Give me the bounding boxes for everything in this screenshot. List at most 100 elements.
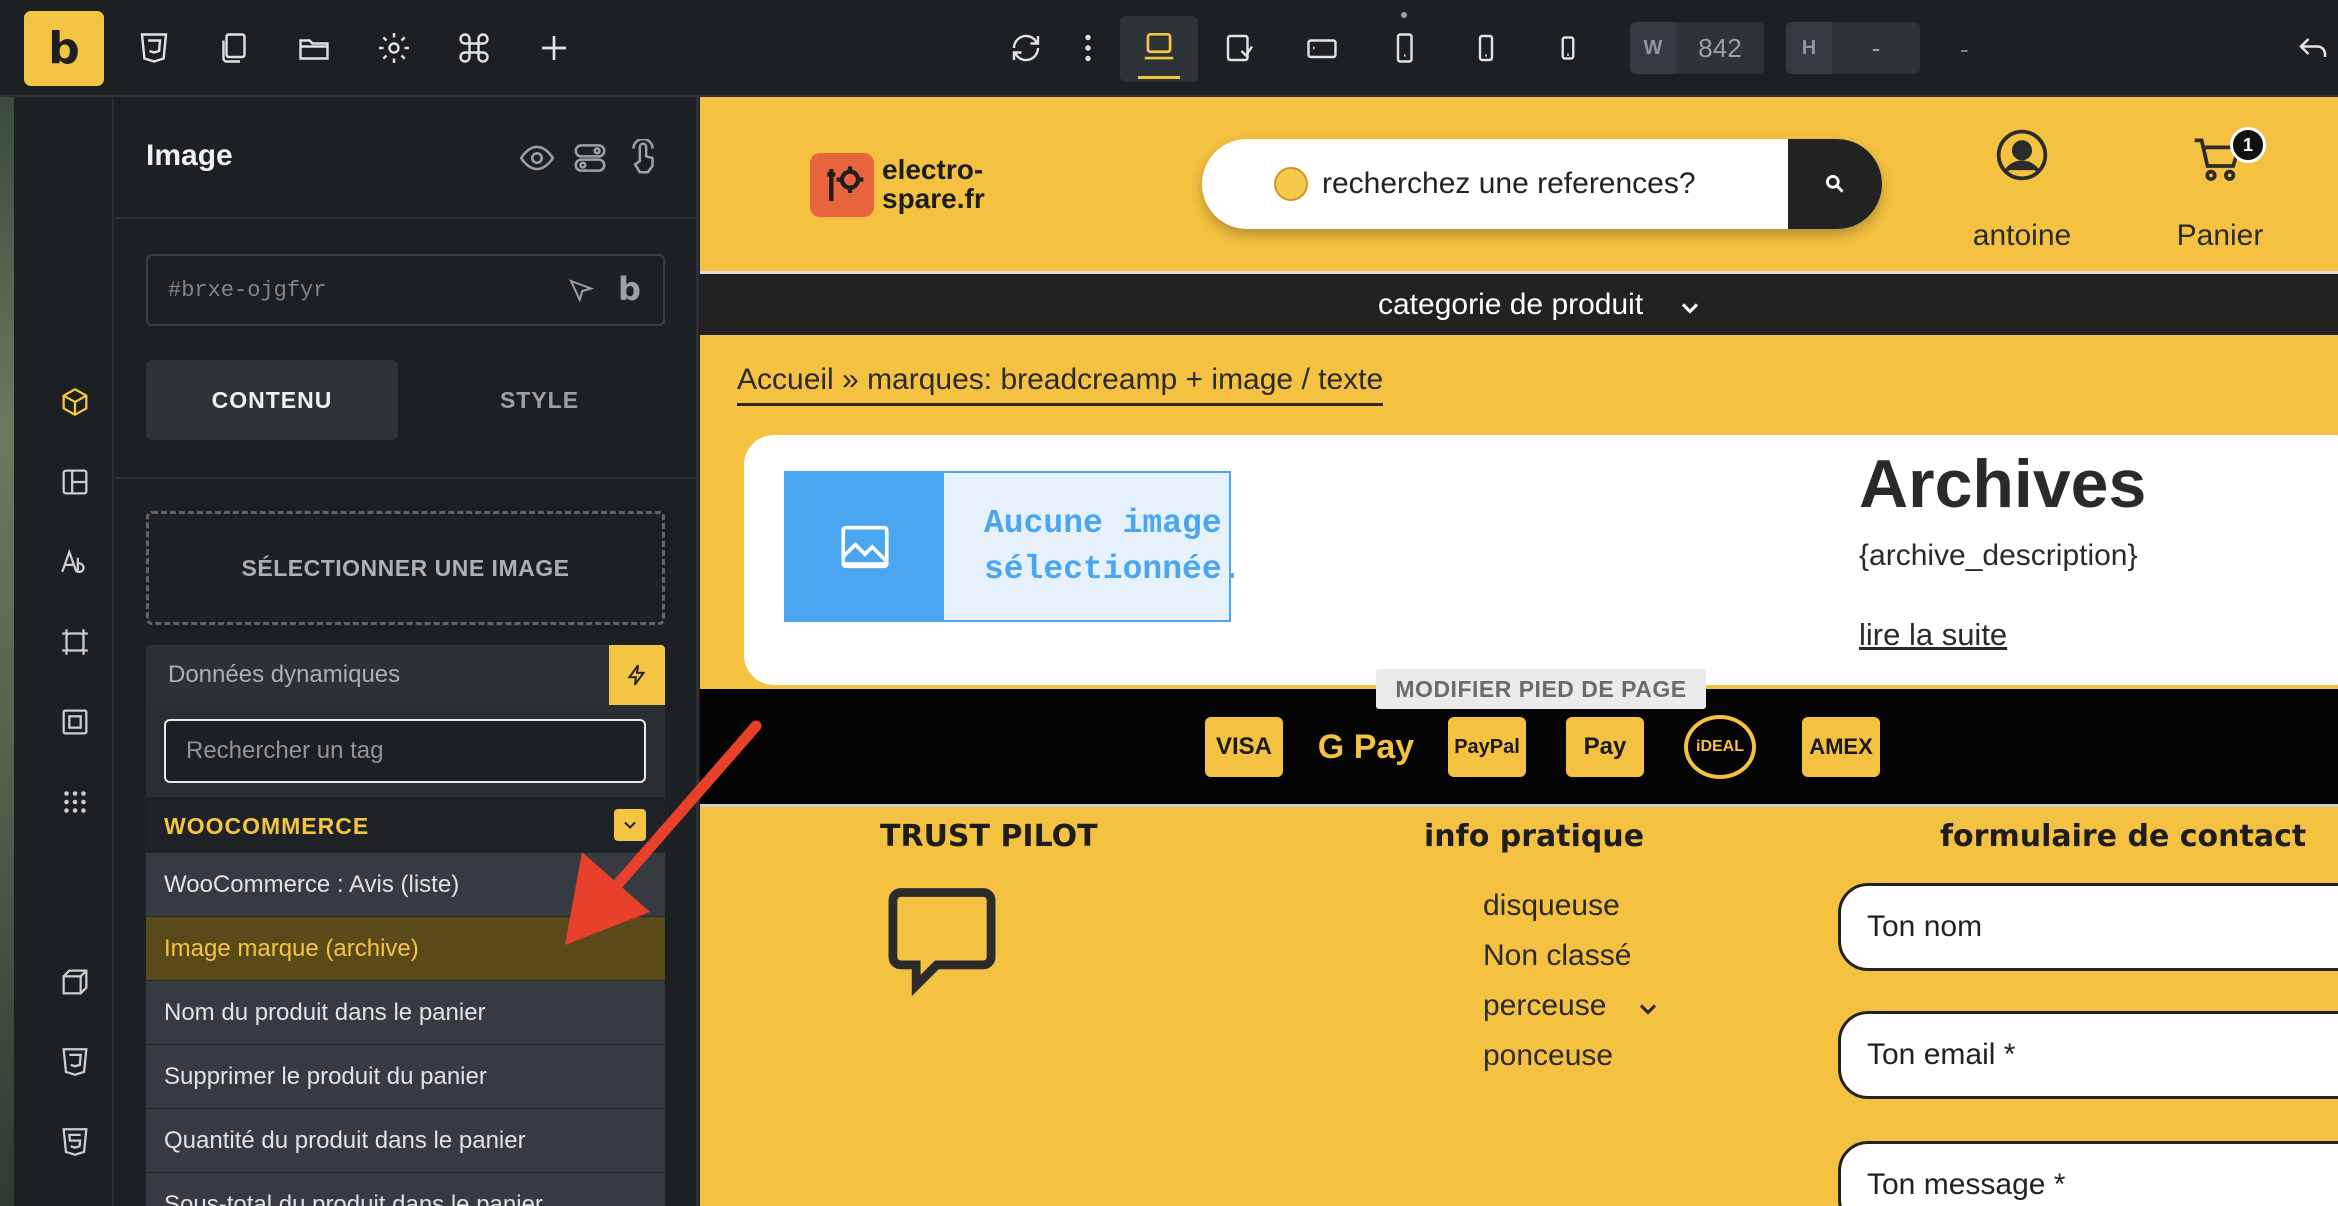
height-label: H bbox=[1786, 22, 1832, 74]
builder-logo[interactable]: b bbox=[24, 11, 104, 86]
cube-icon[interactable] bbox=[58, 385, 94, 421]
command-icon[interactable] bbox=[450, 24, 498, 72]
lightning-icon bbox=[627, 664, 646, 686]
settings-gear-icon[interactable] bbox=[370, 24, 418, 72]
add-plus-icon[interactable] bbox=[530, 24, 578, 72]
footer-contact-title: formulaire de contact bbox=[1940, 819, 2307, 854]
box-3d-icon[interactable] bbox=[58, 965, 94, 1001]
panel-title: Image bbox=[146, 139, 233, 172]
breadcrumb[interactable]: Accueil » marques: breadcreamp + image /… bbox=[737, 363, 1384, 406]
site-logo-mark[interactable] bbox=[810, 153, 874, 217]
more-vertical-icon[interactable] bbox=[1064, 24, 1112, 72]
builder-toolbar: b W 842 H - - bbox=[0, 0, 2338, 97]
tab-style[interactable]: STYLE bbox=[414, 360, 665, 440]
width-value: 842 bbox=[1698, 32, 1742, 63]
tab-content[interactable]: CONTENU bbox=[146, 360, 398, 440]
visa-icon: VISA bbox=[1205, 717, 1283, 777]
tag-item-selected[interactable]: Image marque (archive) bbox=[146, 917, 665, 981]
account-label: antoine bbox=[1972, 219, 2072, 252]
grid-dots-icon[interactable] bbox=[58, 785, 94, 821]
dynamic-data-bolt-button[interactable] bbox=[609, 645, 665, 705]
edit-footer-button[interactable]: MODIFIER PIED DE PAGE bbox=[1376, 669, 1706, 709]
image-placeholder[interactable]: Aucune image sélectionnée. bbox=[784, 471, 1241, 622]
width-field[interactable]: W 842 bbox=[1630, 22, 1764, 74]
device-tablet-icon[interactable] bbox=[1298, 24, 1346, 72]
chevron-down-icon bbox=[1676, 294, 1704, 322]
pages-icon[interactable] bbox=[210, 24, 258, 72]
footer-category-link[interactable]: ponceuse bbox=[1483, 1039, 1613, 1073]
device-mobile-small-icon[interactable] bbox=[1544, 24, 1592, 72]
refresh-icon[interactable] bbox=[1002, 24, 1050, 72]
scale-value: - bbox=[1960, 34, 1969, 64]
typography-icon[interactable] bbox=[58, 545, 94, 581]
select-image-button[interactable]: SÉLECTIONNER UNE IMAGE bbox=[146, 511, 665, 625]
tag-item[interactable]: Nom du produit dans le panier bbox=[146, 981, 665, 1045]
chevron-down-icon[interactable] bbox=[1634, 995, 1662, 1023]
toggle-icon[interactable] bbox=[571, 139, 609, 177]
panel-divider bbox=[116, 477, 699, 479]
site-logo-line2: spare.fr bbox=[882, 183, 985, 214]
user-avatar-icon bbox=[1994, 127, 2050, 183]
category-menu-label: categorie de produit bbox=[1378, 288, 1644, 321]
apple-pay-icon: Pay bbox=[1566, 717, 1644, 777]
device-tablet-landscape-icon[interactable] bbox=[1216, 24, 1264, 72]
element-id-field[interactable]: #brxe-ojgfyr b bbox=[146, 254, 665, 326]
tag-item[interactable]: Quantité du produit dans le panier bbox=[146, 1109, 665, 1173]
dynamic-data-label: Données dynamiques bbox=[168, 661, 401, 688]
tag-item[interactable]: WooCommerce : Avis (liste) bbox=[146, 853, 665, 917]
tag-item[interactable]: Sous-total du produit dans le panier bbox=[146, 1173, 665, 1206]
contact-name-field[interactable] bbox=[1838, 883, 2338, 971]
frame-icon[interactable] bbox=[58, 625, 94, 661]
site-search-button[interactable] bbox=[1788, 139, 1882, 229]
css3-rail-icon[interactable] bbox=[58, 1045, 94, 1081]
device-laptop-button[interactable] bbox=[1120, 16, 1198, 82]
builder-canvas[interactable]: electro- spare.fr recherchez une referen… bbox=[700, 97, 2338, 1206]
css3-icon[interactable] bbox=[130, 24, 178, 72]
contact-email-field[interactable] bbox=[1838, 1011, 2338, 1099]
dynamic-data-row[interactable]: Données dynamiques bbox=[146, 645, 665, 705]
footer-category-link[interactable]: perceuse bbox=[1483, 989, 1606, 1023]
device-mobile-icon[interactable] bbox=[1462, 24, 1510, 72]
folder-icon[interactable] bbox=[290, 24, 338, 72]
panel-tabs: CONTENU STYLE bbox=[146, 360, 665, 440]
desktop-background-strip bbox=[0, 97, 14, 1206]
image-placeholder-line2: sélectionnée. bbox=[984, 551, 1242, 588]
layout-icon[interactable] bbox=[58, 465, 94, 501]
footer-category-link[interactable]: disqueuse bbox=[1483, 889, 1620, 923]
undo-icon[interactable] bbox=[2290, 24, 2336, 72]
footer-info-title: info pratique bbox=[1424, 819, 1645, 854]
site-logo-line1: electro- bbox=[882, 154, 984, 185]
bricks-id-badge[interactable]: b bbox=[618, 270, 641, 308]
device-mobile-landscape-icon[interactable] bbox=[1380, 24, 1428, 72]
site-search-placeholder: recherchez une references? bbox=[1322, 167, 1696, 200]
breakpoint-dot bbox=[1401, 12, 1407, 18]
eye-icon[interactable] bbox=[518, 139, 556, 177]
amex-icon: AMEX bbox=[1802, 717, 1880, 777]
cart-count-badge: 1 bbox=[2230, 127, 2266, 163]
tag-search-input[interactable] bbox=[164, 719, 646, 783]
site-logo-text[interactable]: electro- spare.fr bbox=[882, 155, 985, 213]
image-icon bbox=[786, 473, 944, 620]
width-label: W bbox=[1630, 22, 1676, 74]
element-settings-panel: Image #brxe-ojgfyr b CONTENU STYLE SÉLEC… bbox=[116, 97, 699, 1206]
interaction-pointer-icon[interactable] bbox=[624, 139, 662, 177]
read-more-link[interactable]: lire la suite bbox=[1859, 617, 2007, 653]
tag-group-header[interactable]: WOOCOMMERCE bbox=[146, 797, 665, 853]
site-search-bar[interactable]: recherchez une references? bbox=[1202, 139, 1882, 229]
tag-item[interactable]: Supprimer le produit du panier bbox=[146, 1045, 665, 1109]
element-rail bbox=[14, 97, 114, 1206]
element-id-text: #brxe-ojgfyr bbox=[168, 278, 327, 303]
cursor-pointer-icon[interactable] bbox=[566, 276, 596, 306]
dynamic-tag-dropdown: WOOCOMMERCE WooCommerce : Avis (liste) I… bbox=[146, 705, 665, 1206]
footer-category-link[interactable]: Non classé bbox=[1483, 939, 1631, 973]
spacing-icon[interactable] bbox=[58, 705, 94, 741]
chevron-down-icon[interactable] bbox=[614, 809, 646, 841]
height-field[interactable]: H - bbox=[1786, 22, 1920, 74]
panel-header: Image bbox=[116, 97, 699, 219]
html5-icon[interactable] bbox=[58, 1125, 94, 1161]
category-menu-bar[interactable]: categorie de produit bbox=[700, 271, 2338, 335]
image-placeholder-line1: Aucune image bbox=[984, 505, 1222, 542]
tag-group-label: WOOCOMMERCE bbox=[164, 813, 370, 839]
google-pay-icon: G Pay bbox=[1317, 727, 1415, 766]
contact-message-field[interactable] bbox=[1838, 1141, 2338, 1206]
